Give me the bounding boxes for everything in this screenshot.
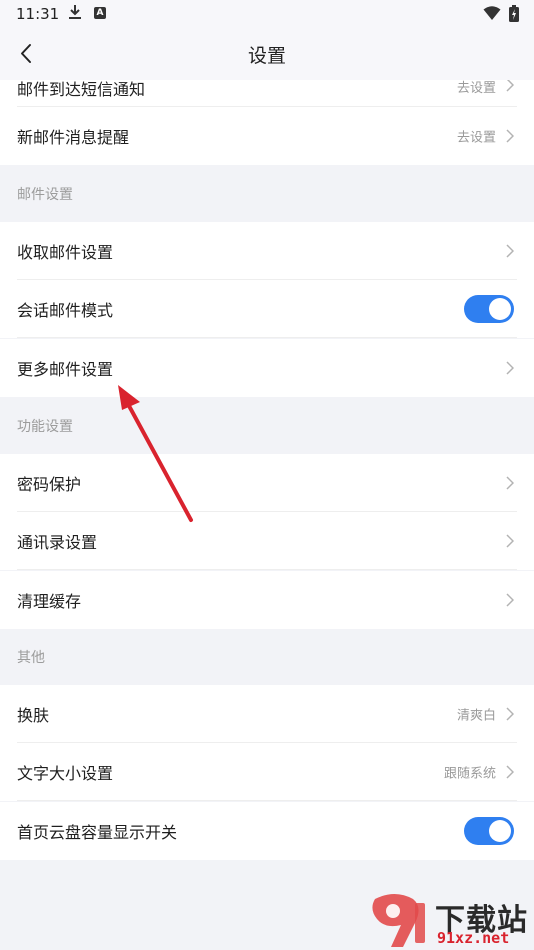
row-value: 去设置: [456, 130, 496, 146]
wifi-icon: [483, 5, 501, 25]
chevron-right-icon: [506, 361, 514, 375]
divider: [17, 800, 517, 801]
divider: [17, 569, 517, 570]
row-label: 更多邮件设置: [17, 360, 114, 379]
toggle-knob: [489, 298, 511, 320]
row-label: 会话邮件模式: [17, 301, 114, 320]
site-watermark: 下载站 91xz.net: [365, 893, 534, 950]
status-bar: 11:31 A: [0, 0, 534, 28]
settings-row-skin[interactable]: 换肤 清爽白: [0, 685, 534, 743]
row-label: 首页云盘容量显示开关: [17, 823, 178, 842]
settings-row-contacts[interactable]: 通讯录设置: [0, 512, 534, 570]
watermark-url: 91xz.net: [437, 929, 510, 947]
settings-row-more-mail[interactable]: 更多邮件设置: [0, 339, 534, 397]
chevron-right-icon: [506, 534, 514, 548]
battery-charging-icon: [509, 5, 519, 26]
watermark-logo-icon: [372, 894, 425, 947]
divider: [17, 337, 517, 338]
settings-row-sms-notify[interactable]: 邮件到达短信通知 去设置: [0, 80, 534, 107]
chevron-right-icon: [506, 129, 514, 143]
settings-row-cloud-capacity: 首页云盘容量显示开关: [0, 802, 534, 860]
settings-row-new-mail-alert[interactable]: 新邮件消息提醒 去设置: [0, 107, 534, 165]
settings-row-font-size[interactable]: 文字大小设置 跟随系统: [0, 743, 534, 801]
settings-row-password-protect[interactable]: 密码保护: [0, 454, 534, 512]
section-title: 邮件设置: [17, 187, 73, 203]
row-label: 通讯录设置: [17, 533, 98, 552]
a-badge-icon: A: [94, 7, 106, 19]
row-label: 换肤: [17, 706, 50, 725]
row-value: 跟随系统: [443, 766, 496, 782]
status-time: 11:31: [16, 5, 60, 23]
settings-row-fetch-mail[interactable]: 收取邮件设置: [0, 222, 534, 280]
download-icon: [68, 4, 82, 24]
row-label: 清理缓存: [17, 592, 82, 611]
row-value: 清爽白: [456, 708, 496, 724]
settings-row-conversation-mode: 会话邮件模式: [0, 280, 534, 338]
chevron-right-icon: [506, 593, 514, 607]
row-label: 密码保护: [17, 475, 82, 494]
chevron-right-icon: [506, 476, 514, 490]
chevron-right-icon: [506, 80, 514, 92]
section-title: 其他: [17, 650, 45, 666]
section-header-other: 其他: [0, 629, 534, 685]
chevron-right-icon: [506, 244, 514, 258]
page-title: 设置: [247, 45, 286, 67]
chevron-right-icon: [506, 765, 514, 779]
row-label: 文字大小设置: [17, 764, 114, 783]
row-label: 收取邮件设置: [17, 243, 114, 262]
section-header-mail: 邮件设置: [0, 166, 534, 222]
row-value: 去设置: [456, 81, 496, 96]
row-label: 邮件到达短信通知: [17, 80, 146, 99]
chevron-right-icon: [506, 707, 514, 721]
settings-row-clear-cache[interactable]: 清理缓存: [0, 571, 534, 629]
section-title: 功能设置: [17, 419, 73, 435]
toggle-knob: [489, 820, 511, 842]
row-label: 新邮件消息提醒: [17, 128, 130, 147]
conversation-mode-toggle[interactable]: [464, 295, 514, 323]
app-header: 设置: [0, 28, 534, 80]
cloud-capacity-toggle[interactable]: [464, 817, 514, 845]
section-header-function: 功能设置: [0, 398, 534, 454]
